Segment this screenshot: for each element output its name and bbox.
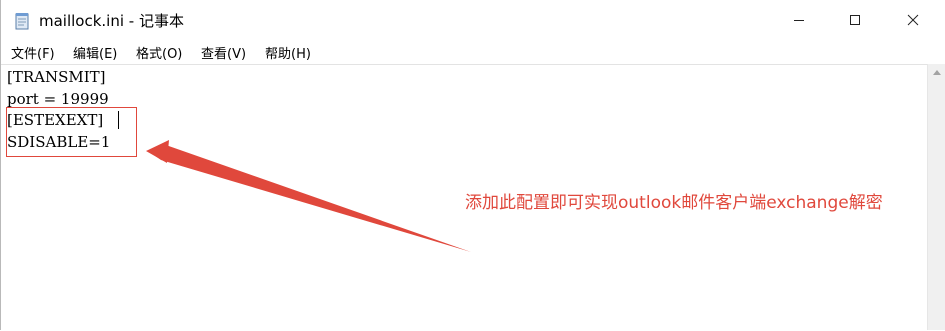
annotation-text: 添加此配置即可实现outlook邮件客户端exchange解密 bbox=[465, 193, 883, 213]
notepad-window: maillock.ini - 记事本 文件(F) 编辑(E) 格式(O) 查看(… bbox=[0, 0, 945, 331]
annotation-arrow bbox=[146, 140, 471, 252]
